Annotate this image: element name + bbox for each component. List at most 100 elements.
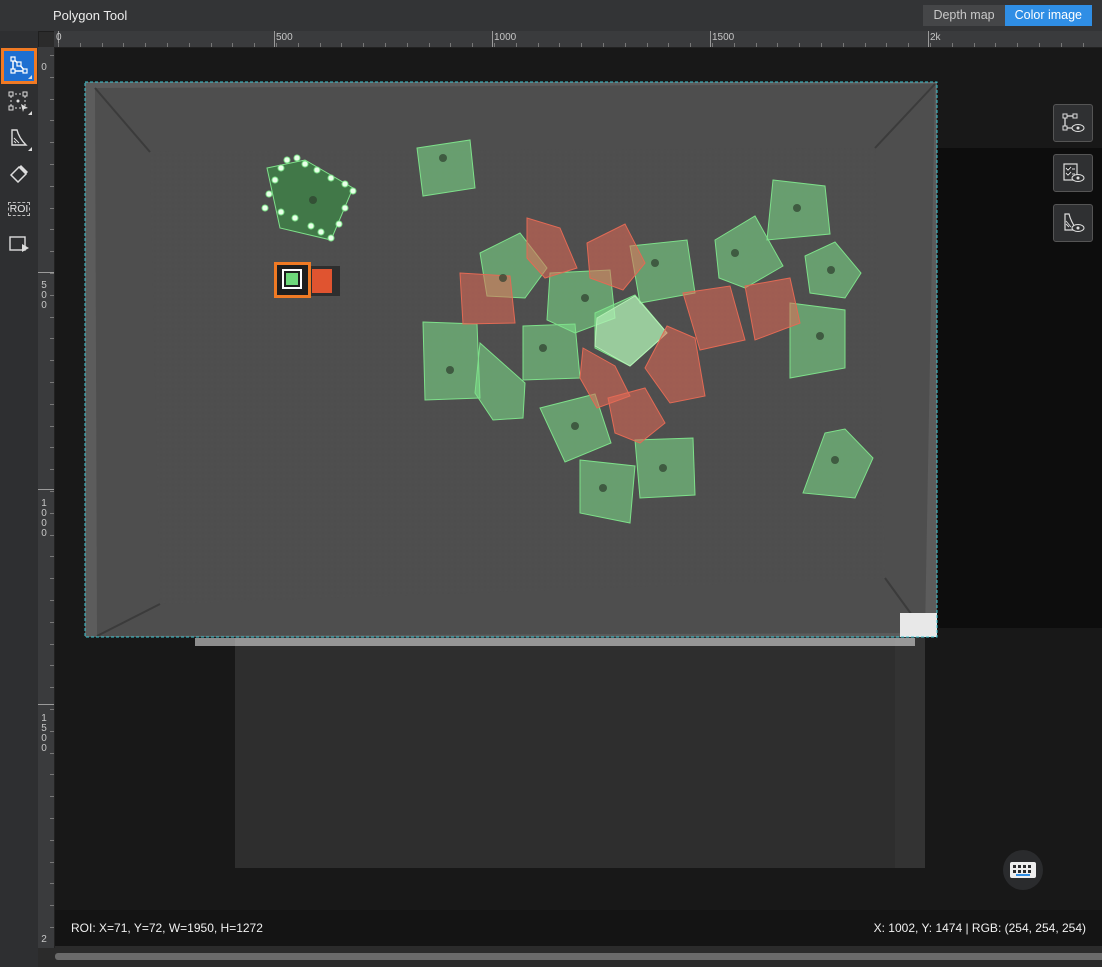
- ruler-minor-tick: [494, 43, 495, 47]
- image-play-tool-button[interactable]: [4, 229, 34, 259]
- submenu-indicator-icon: [28, 75, 32, 79]
- ruler-minor-tick: [581, 43, 583, 47]
- show-polygons-icon: [1062, 113, 1085, 132]
- ruler-minor-tick: [50, 403, 54, 405]
- ruler-minor-tick: [50, 709, 54, 710]
- show-masks-button[interactable]: [1053, 204, 1093, 242]
- roi-tool-button[interactable]: ROI: [4, 194, 34, 224]
- ruler-label: 0: [41, 62, 47, 73]
- ruler-minor-tick: [210, 43, 212, 47]
- ruler-minor-tick: [951, 43, 953, 47]
- ruler-minor-tick: [167, 43, 168, 47]
- ruler-minor-tick: [50, 294, 54, 296]
- ruler-label: 2: [41, 934, 47, 945]
- red-label-polygon[interactable]: [459, 272, 516, 325]
- ruler-minor-tick: [50, 55, 54, 56]
- point-select-tool-button[interactable]: [4, 87, 34, 117]
- show-polygons-button[interactable]: [1053, 104, 1093, 142]
- image-play-tool-icon: [9, 236, 29, 252]
- ruler-label: 2k: [930, 32, 941, 43]
- ruler-label: 1500: [712, 32, 735, 43]
- ruler-minor-tick: [50, 207, 54, 209]
- scrollbar-thumb[interactable]: [55, 953, 1102, 960]
- ruler-minor-tick: [50, 164, 54, 165]
- image-canvas[interactable]: [55, 48, 1102, 946]
- ruler-minor-tick: [50, 120, 54, 122]
- ruler-minor-tick: [50, 491, 54, 492]
- ruler-minor-tick: [690, 43, 692, 47]
- ruler-minor-tick: [450, 43, 452, 47]
- roi-tool-icon: ROI: [7, 202, 31, 216]
- show-labels-list-icon: [1063, 163, 1085, 182]
- ruler-minor-tick: [799, 43, 801, 47]
- ruler-minor-tick: [603, 43, 604, 47]
- ruler-minor-tick: [50, 447, 54, 449]
- ruler-minor-tick: [50, 839, 54, 841]
- ruler-minor-tick: [1060, 43, 1062, 47]
- ruler-minor-tick: [50, 600, 54, 601]
- green-label-polygon[interactable]: [579, 459, 636, 524]
- ruler-minor-tick: [646, 43, 648, 47]
- ruler-minor-tick: [50, 98, 54, 100]
- view-toggle-toolbar: [1053, 104, 1093, 254]
- ruler-label: 500: [276, 32, 293, 43]
- ruler-label: 1500: [41, 713, 47, 754]
- ruler-minor-tick: [50, 512, 54, 514]
- cursor-info: X: 1002, Y: 1474 | RGB: (254, 254, 254): [873, 921, 1086, 935]
- ruler-minor-tick: [188, 43, 190, 47]
- color-image: [55, 48, 1102, 946]
- left-toolbar: ROI: [0, 31, 39, 967]
- roi-info: ROI: X=71, Y=72, W=1950, H=1272: [71, 921, 263, 935]
- ruler-minor-tick: [50, 752, 54, 754]
- polygon-tool-button[interactable]: [1, 48, 37, 84]
- ruler-minor-tick: [50, 185, 54, 187]
- keyboard-icon: [1010, 862, 1036, 878]
- ruler-minor-tick: [276, 43, 277, 47]
- ruler-minor-tick: [50, 556, 54, 558]
- ruler-minor-tick: [50, 621, 54, 623]
- ruler-minor-tick: [50, 76, 54, 78]
- horizontal-ruler: 0 500 1000 1500 2k: [54, 31, 1102, 48]
- ruler-minor-tick: [50, 360, 54, 362]
- horizontal-scrollbar[interactable]: [38, 948, 1102, 967]
- green-label-polygon[interactable]: [422, 321, 481, 401]
- submenu-indicator-icon: [28, 111, 32, 115]
- polygon-tool-icon: [10, 56, 28, 74]
- ruler-label: 0: [56, 32, 62, 43]
- ruler-minor-tick: [50, 229, 54, 231]
- ruler-minor-tick: [50, 338, 54, 340]
- show-masks-icon: [1064, 213, 1085, 232]
- ruler-minor-tick: [50, 643, 54, 645]
- green-label-polygon[interactable]: [522, 323, 581, 381]
- slope-mask-tool-button[interactable]: [4, 123, 34, 153]
- tab-color-image[interactable]: Color image: [1004, 5, 1092, 26]
- ruler-minor-tick: [930, 43, 931, 47]
- ruler-minor-tick: [363, 43, 365, 47]
- ruler-label: 1000: [41, 498, 47, 539]
- ruler-minor-tick: [406, 43, 408, 47]
- ruler-minor-tick: [50, 469, 54, 471]
- ruler-minor-tick: [515, 43, 517, 47]
- ruler-minor-tick: [842, 43, 844, 47]
- ruler-minor-tick: [50, 578, 54, 580]
- ruler-minor-tick: [864, 43, 866, 47]
- ruler-minor-tick: [995, 43, 997, 47]
- tab-depth-map[interactable]: Depth map: [923, 5, 1005, 26]
- ruler-minor-tick: [712, 43, 713, 47]
- keyboard-shortcuts-button[interactable]: [1003, 850, 1043, 890]
- eraser-tool-button[interactable]: [4, 158, 34, 188]
- green-label-polygon[interactable]: [416, 139, 476, 197]
- ruler-minor-tick: [1017, 43, 1019, 47]
- label-selector[interactable]: [274, 262, 342, 298]
- ruler-minor-tick: [50, 534, 54, 536]
- ruler-minor-tick: [319, 43, 321, 47]
- ruler-label: 500: [41, 280, 47, 311]
- ruler-minor-tick: [755, 43, 757, 47]
- ruler-minor-tick: [50, 883, 54, 885]
- ruler-minor-tick: [145, 43, 147, 47]
- ruler-minor-tick: [50, 905, 54, 907]
- submenu-indicator-icon: [28, 147, 32, 151]
- show-labels-list-button[interactable]: [1053, 154, 1093, 192]
- ruler-minor-tick: [58, 43, 59, 47]
- ruler-minor-tick: [385, 43, 386, 47]
